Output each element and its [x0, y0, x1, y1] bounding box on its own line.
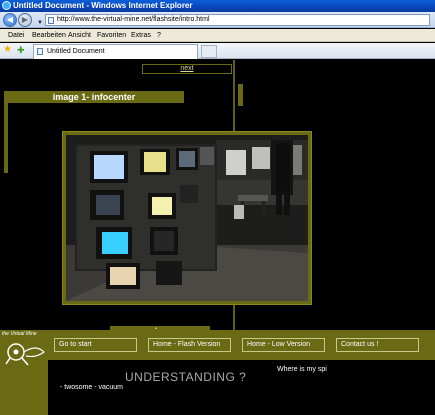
caption-marker: • [155, 326, 157, 332]
new-tab-button[interactable] [201, 45, 217, 58]
menu-bar: Datei Bearbeiten Ansicht Favoriten Extra… [0, 29, 435, 42]
menu-bearbeiten[interactable]: Bearbeiten [32, 29, 66, 42]
address-bar[interactable]: http://www.the-virtual-mine.net/flashsit… [45, 14, 430, 26]
left-text: - twosome - vacuum [60, 384, 124, 391]
tab-current[interactable]: Untitled Document [33, 44, 198, 59]
menu-help[interactable]: ? [157, 29, 161, 42]
window-title: Untitled Document - Windows Internet Exp… [13, 1, 193, 10]
page-icon [48, 17, 54, 24]
favorites-star-icon[interactable]: ★ [3, 45, 13, 55]
section-title: image 1- infocenter [4, 91, 184, 103]
right-text: Where is my spi [277, 366, 327, 373]
menu-favoriten[interactable]: Favoriten [97, 29, 126, 42]
next-link-box: next [142, 64, 232, 74]
site-logo-text: the Virtual Mine [2, 331, 37, 337]
decorative-bar [4, 103, 8, 173]
menu-datei[interactable]: Datei [8, 29, 24, 42]
tab-page-icon [37, 48, 43, 55]
forward-button[interactable]: ▶ [18, 13, 32, 27]
home-low-button[interactable]: Home - Low Version [242, 338, 325, 352]
tab-title: Untitled Document [47, 48, 105, 55]
contact-us-button[interactable]: Contact us ! [336, 338, 419, 352]
menu-extras[interactable]: Extras [131, 29, 151, 42]
menu-ansicht[interactable]: Ansicht [68, 29, 91, 42]
home-flash-button[interactable]: Home - Flash Version [148, 338, 231, 352]
decorative-tab [238, 84, 243, 106]
address-url: http://www.the-virtual-mine.net/flashsit… [57, 16, 210, 23]
site-logo-icon [4, 340, 46, 366]
window-title-bar: Untitled Document - Windows Internet Exp… [0, 0, 435, 12]
back-button[interactable]: ◀ [3, 13, 17, 27]
heading-understanding: UNDERSTANDING ? [125, 370, 247, 384]
next-link[interactable]: next [180, 65, 193, 72]
ie-icon [2, 1, 11, 10]
add-favorites-icon[interactable]: ✚ [17, 45, 27, 55]
go-to-start-button[interactable]: Go to start [54, 338, 137, 352]
infocenter-photo [66, 135, 308, 301]
